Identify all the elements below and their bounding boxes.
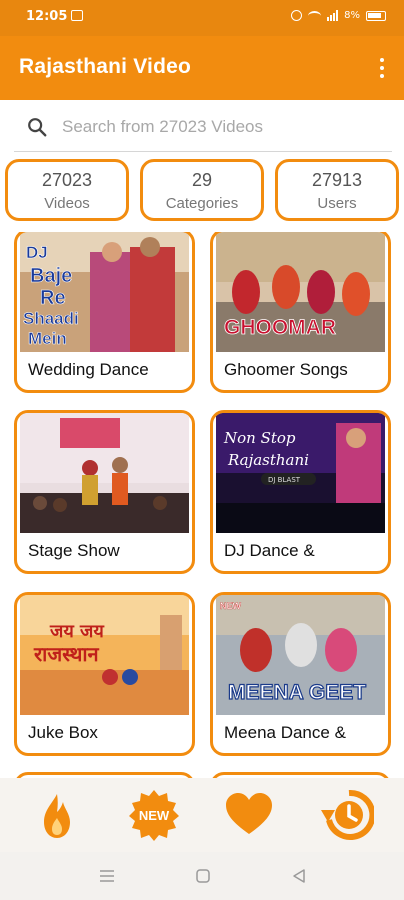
stat-categories: 29 Categories	[140, 159, 264, 221]
history-icon[interactable]	[320, 788, 374, 842]
stat-videos: 27023 Videos	[5, 159, 129, 221]
category-card-wedding-dance[interactable]: DJ Baje Re Shaadi Mein Wedding Dance	[14, 232, 195, 393]
stat-value: 29	[191, 170, 213, 190]
home-icon[interactable]	[194, 867, 212, 885]
bottom-nav: NEW	[0, 778, 404, 852]
thumb-text: DJ	[26, 243, 48, 262]
svg-text:Rajasthani: Rajasthani	[227, 451, 309, 469]
recents-icon[interactable]	[98, 867, 116, 885]
thumbnail-image: Non Stop Rajasthani DJ BLAST	[216, 413, 385, 533]
svg-text:राजस्थान: राजस्थान	[33, 642, 100, 666]
stat-label: Videos	[44, 195, 90, 212]
new-badge-label: NEW	[139, 808, 170, 823]
category-label: Wedding Dance	[28, 360, 149, 379]
app-bar: Rajasthani Video	[0, 36, 404, 100]
thumbnail-image: जय जय राजस्थान	[20, 595, 189, 715]
svg-text:DJ BLAST: DJ BLAST	[268, 476, 301, 484]
stat-label: Categories	[165, 195, 239, 212]
wifi-icon	[308, 10, 322, 21]
alarm-icon	[291, 10, 303, 21]
thumb-text: Non Stop	[223, 429, 296, 447]
category-card-stage-show[interactable]: Stage Show	[14, 410, 195, 574]
thumbnail-image: NEW MEENA GEET	[216, 595, 385, 715]
category-label: DJ Dance &	[224, 541, 315, 560]
category-label: Stage Show	[28, 541, 120, 560]
status-time: 12:05	[26, 9, 68, 24]
category-card-dj-dance[interactable]: Non Stop Rajasthani DJ BLAST DJ Dance &	[210, 410, 391, 574]
notification-icon	[71, 10, 83, 21]
search-icon[interactable]	[26, 116, 48, 138]
thumbnail-image	[20, 413, 189, 533]
back-icon[interactable]	[290, 867, 308, 885]
battery-percent: 8%	[344, 10, 360, 21]
new-badge-icon[interactable]: NEW	[127, 788, 181, 842]
thumbnail-image: GHOOMAR	[216, 232, 385, 352]
stat-users: 27913 Users	[275, 159, 399, 221]
fire-icon[interactable]	[30, 788, 84, 842]
category-grid: DJ Baje Re Shaadi Mein Wedding Dance GHO…	[0, 232, 404, 778]
category-card-juke-box[interactable]: जय जय राजस्थान Juke Box	[14, 592, 195, 756]
thumb-text: GHOOMAR	[224, 316, 336, 339]
stat-value: 27913	[311, 170, 363, 190]
search-input[interactable]	[62, 112, 382, 142]
category-label: Meena Dance &	[224, 723, 346, 742]
svg-text:Re: Re	[40, 287, 66, 309]
thumbnail-image: DJ Baje Re Shaadi Mein	[20, 232, 189, 352]
svg-text:Shaadi: Shaadi	[23, 309, 79, 328]
status-icons: 8%	[291, 10, 386, 21]
stat-value: 27023	[41, 170, 93, 190]
app-title: Rajasthani Video	[19, 55, 192, 78]
svg-text:Mein: Mein	[28, 329, 67, 348]
signal-icon	[327, 10, 339, 21]
category-card-meena-dance[interactable]: NEW MEENA GEET Meena Dance &	[210, 592, 391, 756]
stats-row: 27023 Videos 29 Categories 27913 Users	[5, 159, 399, 221]
stat-label: Users	[317, 195, 357, 212]
thumb-text: जय जय	[49, 621, 105, 642]
system-nav-bar	[0, 852, 404, 900]
search-bar	[14, 104, 392, 152]
category-label: Ghoomer Songs	[224, 360, 348, 379]
category-label: Juke Box	[28, 723, 98, 742]
thumb-text: MEENA GEET	[228, 681, 366, 704]
battery-icon	[366, 10, 386, 21]
category-card-ghoomer-songs[interactable]: GHOOMAR Ghoomer Songs	[210, 232, 391, 393]
svg-text:NEW: NEW	[220, 601, 242, 611]
heart-icon[interactable]	[222, 788, 276, 842]
svg-text:Baje: Baje	[30, 265, 72, 287]
more-vert-icon[interactable]	[378, 58, 386, 78]
status-bar: 12:05 8%	[0, 0, 404, 36]
